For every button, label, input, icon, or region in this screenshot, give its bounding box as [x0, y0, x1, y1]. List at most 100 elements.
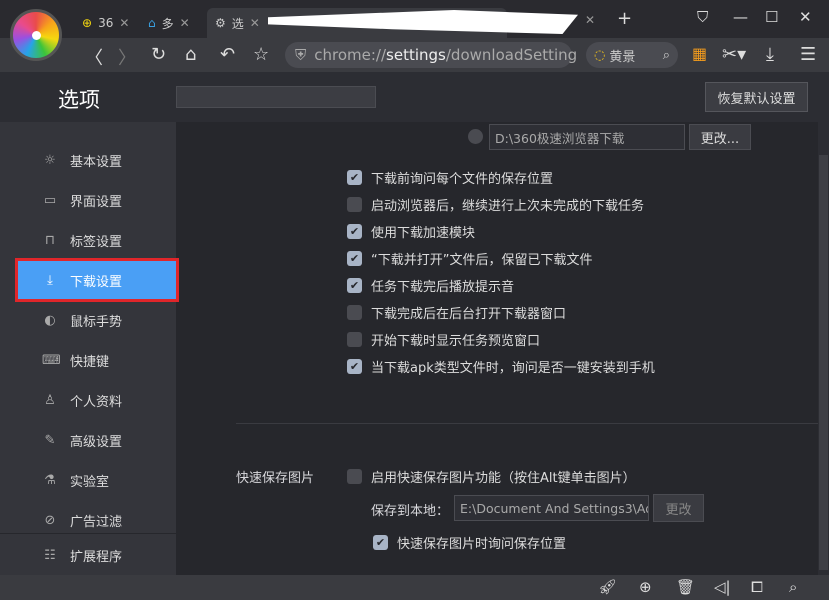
checkbox[interactable]	[347, 332, 362, 347]
download-option-checkbox[interactable]: ✔ 使用下载加速模块	[347, 222, 475, 241]
speed-icon[interactable]: ⊕	[639, 578, 652, 596]
sidebar-icon: ◐	[42, 313, 58, 328]
tab-label: 选	[232, 15, 244, 32]
checkbox-label: 使用下载加速模块	[371, 222, 475, 241]
sidebar-item[interactable]: ⌨快捷键	[0, 340, 176, 380]
browser-logo[interactable]	[10, 9, 62, 61]
undo-icon[interactable]: ↶	[220, 44, 235, 65]
download-path-field[interactable]: D:\360极速浏览器下载	[489, 124, 685, 150]
download-option-checkbox[interactable]: 开始下载时显示任务预览窗口	[347, 330, 540, 349]
sidebar-icon: ☷	[42, 548, 58, 563]
skin-icon[interactable]: ⛉	[697, 8, 708, 26]
checkbox-label: 开始下载时显示任务预览窗口	[371, 330, 540, 349]
sidebar-item-label: 扩展程序	[70, 546, 122, 565]
hat-icon: ⌂	[148, 16, 156, 30]
checkbox-label: 启动浏览器后，继续进行上次未完成的下载任务	[371, 195, 644, 214]
checkbox-label: 启用快速保存图片功能（按住Alt键单击图片）	[371, 467, 636, 486]
apps-icon[interactable]: ▦	[692, 44, 707, 63]
gear-icon: ⚙	[215, 16, 226, 30]
maximize-button[interactable]: ☐	[765, 8, 778, 26]
forward-icon[interactable]: 〉	[118, 44, 136, 70]
sidebar-icon: ⤓	[42, 273, 58, 288]
sidebar-item[interactable]: ⊘ 广告过滤	[0, 500, 176, 540]
checkbox[interactable]: ✔	[373, 535, 388, 550]
settings-search-input[interactable]	[176, 86, 376, 108]
tab-label: 多	[162, 15, 174, 32]
sidebar-item-label: 界面设置	[70, 191, 122, 210]
sidebar-item-label: 广告过滤	[70, 511, 122, 530]
reset-defaults-button[interactable]: 恢复默认设置	[705, 82, 808, 112]
quick-save-path-field[interactable]: E:\Document And Settings3\Adn	[454, 495, 649, 521]
checkbox[interactable]	[347, 197, 362, 212]
checkbox-label: 下载前询问每个文件的保存位置	[371, 168, 553, 187]
url-bold: settings	[386, 46, 446, 64]
quick-save-ask-checkbox[interactable]: ✔快速保存图片时询问保存位置	[373, 533, 566, 552]
menu-icon[interactable]: ☰	[800, 44, 816, 65]
sidebar-item[interactable]: ☼基本设置	[0, 140, 176, 180]
rocket-icon[interactable]: 🚀︎	[598, 578, 617, 596]
reload-icon[interactable]: ↻	[151, 44, 166, 65]
plus-circle-icon: ⊕	[82, 16, 92, 30]
checkbox[interactable]: ✔	[347, 251, 362, 266]
checkbox[interactable]: ✔	[347, 359, 362, 374]
status-bar	[0, 575, 829, 600]
search-box[interactable]: ◌ 黄景 ⌕	[586, 42, 678, 68]
close-window-button[interactable]: ✕	[799, 8, 812, 26]
scissors-icon[interactable]: ✂▾	[722, 44, 746, 65]
quick-save-enable-checkbox[interactable]: 启用快速保存图片功能（按住Alt键单击图片）	[347, 467, 636, 486]
sidebar-item[interactable]: ✎高级设置	[0, 420, 176, 460]
quick-save-change-button[interactable]: 更改	[653, 494, 704, 522]
star-icon[interactable]: ☆	[253, 44, 269, 65]
tab-2[interactable]: ⌂ 多 ✕	[140, 8, 198, 38]
checkbox[interactable]: ✔	[347, 278, 362, 293]
home-icon[interactable]: ⌂	[185, 44, 196, 65]
sidebar-icon: ⊘	[42, 513, 58, 528]
download-option-checkbox[interactable]: ✔ 下载前询问每个文件的保存位置	[347, 168, 553, 187]
checkbox-label: 当下载apk类型文件时，询问是否一键安装到手机	[371, 357, 655, 376]
radio-button[interactable]	[468, 129, 483, 144]
checkbox[interactable]: ✔	[347, 170, 362, 185]
sidebar-item[interactable]: ◐鼠标手势	[0, 300, 176, 340]
sidebar-icon: ⊓	[42, 233, 58, 248]
download-option-checkbox[interactable]: 启动浏览器后，继续进行上次未完成的下载任务	[347, 195, 644, 214]
new-tab-button[interactable]: +	[617, 8, 632, 29]
close-icon[interactable]: ✕	[585, 13, 595, 27]
sidebar-icon: ▭	[42, 193, 58, 208]
checkbox[interactable]	[347, 305, 362, 320]
close-icon[interactable]: ✕	[250, 16, 260, 30]
download-option-checkbox[interactable]: ✔“下载并打开”文件后，保留已下载文件	[347, 249, 592, 268]
checkbox[interactable]: ✔	[347, 224, 362, 239]
download-option-checkbox[interactable]: ✔任务下载完后播放提示音	[347, 276, 514, 295]
search-text: 黄景	[609, 46, 635, 65]
close-icon[interactable]: ✕	[180, 16, 190, 30]
shield-icon: ⛨	[295, 46, 306, 64]
close-icon[interactable]: ✕	[119, 16, 129, 30]
trash-icon[interactable]: 🗑︎	[676, 578, 695, 596]
sidebar-item[interactable]: ▭ 界面设置	[0, 180, 176, 220]
minimize-button[interactable]: —	[733, 8, 748, 26]
checkbox-label: 下载完成后在后台打开下载器窗口	[371, 303, 566, 322]
zoom-icon[interactable]: ⌕	[789, 578, 797, 596]
checkbox[interactable]	[347, 469, 362, 484]
search-icon[interactable]: ⌕	[663, 48, 670, 63]
sidebar-item[interactable]: ⊓标签设置	[0, 220, 176, 260]
change-path-button[interactable]: 更改...	[689, 124, 751, 150]
sidebar-item[interactable]: ☷ 扩展程序	[0, 535, 176, 575]
tab-1[interactable]: ⊕36✕	[74, 8, 137, 38]
sound-icon[interactable]: ◁|	[714, 578, 731, 596]
section-label: 快速保存图片	[236, 467, 314, 486]
sidebar-item[interactable]: ⤓下载设置	[15, 258, 179, 302]
divider	[0, 533, 176, 534]
download-option-checkbox[interactable]: 下载完成后在后台打开下载器窗口	[347, 303, 566, 322]
download-icon[interactable]: ⤓	[766, 44, 774, 65]
search-engine-icon: ◌	[594, 48, 605, 63]
sidebar-item[interactable]: ♙个人资料	[0, 380, 176, 420]
sidebar-icon: ♙	[42, 393, 58, 408]
window-icon[interactable]: ⧠	[751, 578, 763, 596]
address-bar[interactable]: ⛨chrome://settings/downloadSetting	[285, 42, 572, 68]
divider	[236, 423, 818, 424]
download-option-checkbox[interactable]: ✔ 当下载apk类型文件时，询问是否一键安装到手机	[347, 357, 655, 376]
sidebar-item[interactable]: ⚗实验室	[0, 460, 176, 500]
back-icon[interactable]: 〈	[85, 44, 103, 70]
scrollbar-thumb[interactable]	[819, 155, 828, 570]
